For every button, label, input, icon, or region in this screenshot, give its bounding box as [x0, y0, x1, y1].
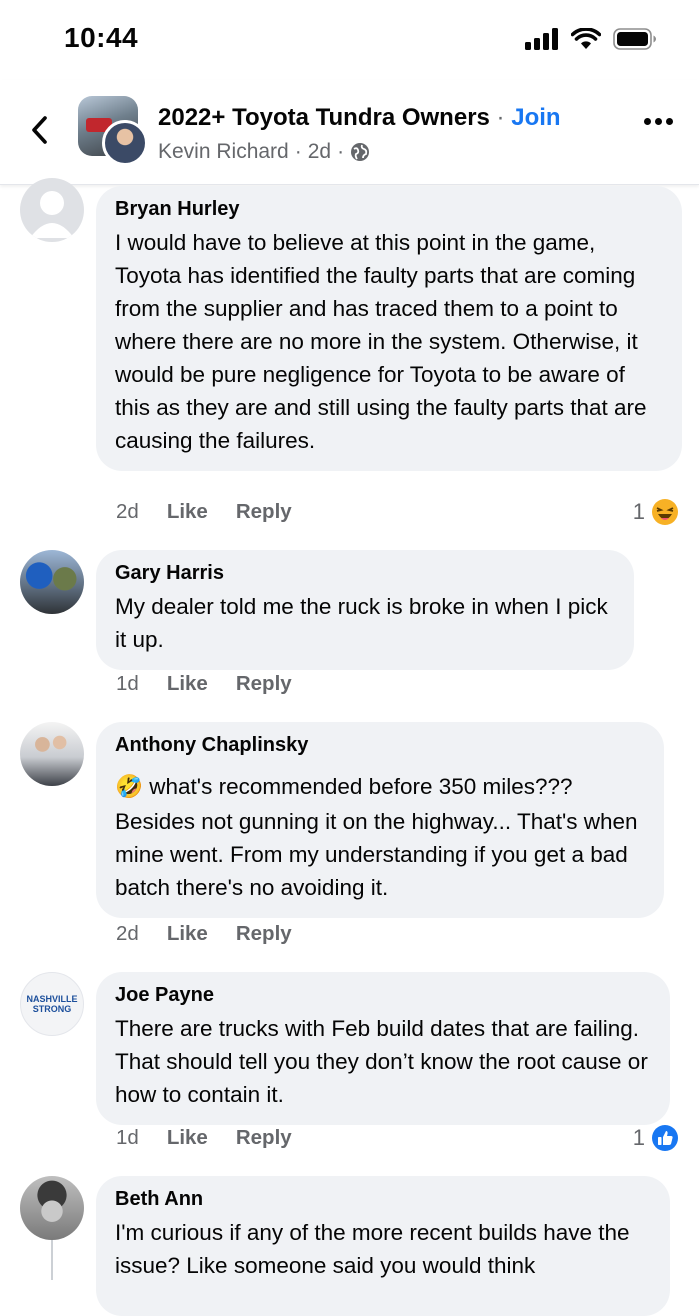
- comment-text-first: what's recommended before 350 miles???: [149, 774, 573, 799]
- reply-button[interactable]: Reply: [236, 672, 292, 696]
- commenter-name[interactable]: Bryan Hurley: [115, 196, 662, 222]
- default-avatar-icon: [30, 191, 74, 238]
- comment-bubble[interactable]: Joe Payne There are trucks with Feb buil…: [96, 972, 670, 1125]
- comment: Gary Harris My dealer told me the ruck i…: [0, 550, 699, 710]
- like-button[interactable]: Like: [167, 922, 208, 946]
- comment-text: There are trucks with Feb build dates th…: [115, 1016, 648, 1107]
- subtitle-separator-2: ·: [337, 140, 345, 163]
- more-dot: [666, 118, 673, 125]
- wifi-icon: [571, 28, 601, 49]
- commenter-name[interactable]: Joe Payne: [115, 982, 650, 1008]
- reaction-summary[interactable]: 1: [633, 1124, 679, 1152]
- post-header: 2022+ Toyota Tundra Owners · Join Kevin …: [0, 80, 699, 185]
- like-button[interactable]: Like: [167, 672, 208, 696]
- author-name[interactable]: Kevin Richard: [158, 140, 289, 164]
- comment-text-line1: 🤣 what's recommended before 350 miles???: [115, 770, 644, 803]
- comment-actions: 1d Like Reply: [116, 672, 292, 696]
- comment: Anthony Chaplinsky 🤣 what's recommended …: [0, 722, 699, 962]
- commenter-name[interactable]: Anthony Chaplinsky: [115, 732, 644, 758]
- comment-actions: 2d Like Reply: [116, 922, 292, 946]
- reaction-count: 1: [632, 1125, 645, 1150]
- commenter-avatar[interactable]: NASHVILLE STRONG: [20, 972, 84, 1036]
- reply-button[interactable]: Reply: [236, 500, 292, 524]
- signal-icon: [525, 28, 558, 50]
- comment: Bryan Hurley I would have to believe at …: [0, 178, 699, 532]
- post-time[interactable]: 2d: [308, 140, 331, 164]
- comment: NASHVILLE STRONG Joe Payne There are tru…: [0, 972, 699, 1162]
- status-icons: [525, 28, 657, 50]
- back-button[interactable]: [24, 110, 54, 150]
- globe-icon: [351, 143, 370, 161]
- title-separator: ·: [496, 104, 505, 131]
- commenter-avatar[interactable]: [20, 1176, 84, 1240]
- more-dot: [655, 118, 662, 125]
- comment-actions: 2d Like Reply: [116, 500, 292, 524]
- comment: Beth Ann I'm curious if any of the more …: [0, 1176, 699, 1316]
- reply-button[interactable]: Reply: [236, 1126, 292, 1150]
- post-subtitle: Kevin Richard · 2d ·: [158, 140, 370, 164]
- comment-time[interactable]: 2d: [116, 922, 139, 946]
- comment-text: Besides not gunning it on the highway...…: [115, 809, 638, 900]
- status-time: 10:44: [64, 22, 139, 53]
- commenter-avatar[interactable]: [20, 722, 84, 786]
- comment-text: I would have to believe at this point in…: [115, 230, 647, 453]
- comment-time[interactable]: 1d: [116, 672, 139, 696]
- author-avatar[interactable]: [102, 120, 148, 166]
- more-dot: [644, 118, 651, 125]
- avatar-logo-text: NASHVILLE STRONG: [26, 994, 78, 1014]
- commenter-name[interactable]: Gary Harris: [115, 560, 614, 586]
- join-button[interactable]: Join: [511, 104, 560, 131]
- subtitle-separator: ·: [294, 140, 302, 163]
- commenter-avatar[interactable]: [20, 178, 84, 242]
- reaction-count: 1: [632, 499, 645, 524]
- like-button[interactable]: Like: [167, 1126, 208, 1150]
- group-title: 2022+ Toyota Tundra Owners · Join: [158, 104, 561, 132]
- comment-bubble[interactable]: Bryan Hurley I would have to believe at …: [96, 186, 682, 471]
- chevron-left-icon: [32, 116, 47, 144]
- comment-text: I'm curious if any of the more recent bu…: [115, 1220, 630, 1278]
- like-button[interactable]: Like: [167, 500, 208, 524]
- comment-time[interactable]: 2d: [116, 500, 139, 524]
- more-options-button[interactable]: [644, 118, 673, 125]
- rofl-emoji-icon: 🤣: [115, 774, 144, 799]
- reaction-summary[interactable]: 1: [633, 498, 679, 526]
- comment-actions: 1d Like Reply: [116, 1126, 292, 1150]
- comment-bubble[interactable]: Anthony Chaplinsky 🤣 what's recommended …: [96, 722, 664, 918]
- status-bar: 10:44: [0, 0, 699, 80]
- commenter-name[interactable]: Beth Ann: [115, 1186, 650, 1212]
- reply-button[interactable]: Reply: [236, 922, 292, 946]
- comment-time[interactable]: 1d: [116, 1126, 139, 1150]
- group-name[interactable]: 2022+ Toyota Tundra Owners: [158, 104, 490, 131]
- comment-text: My dealer told me the ruck is broke in w…: [115, 594, 608, 652]
- commenter-avatar[interactable]: [20, 550, 84, 614]
- like-thumb-icon: [652, 1125, 678, 1151]
- comment-bubble[interactable]: Gary Harris My dealer told me the ruck i…: [96, 550, 634, 670]
- laugh-emoji-icon: [652, 499, 678, 525]
- battery-icon: [613, 28, 656, 50]
- comment-bubble[interactable]: Beth Ann I'm curious if any of the more …: [96, 1176, 670, 1316]
